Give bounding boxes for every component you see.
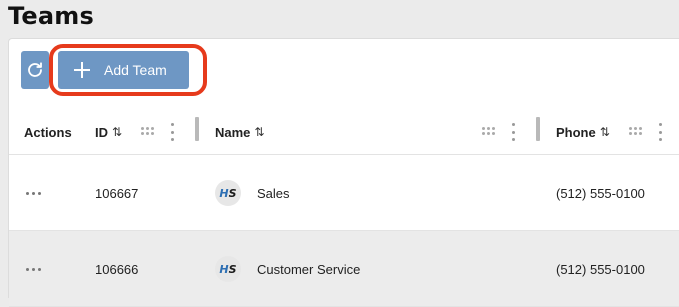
team-logo-icon: HS: [215, 180, 241, 206]
team-logo-icon: HS: [215, 256, 241, 282]
more-icon: [26, 191, 41, 195]
sort-icon[interactable]: ⇅: [112, 125, 122, 139]
drag-handle-icon[interactable]: [141, 127, 155, 137]
table-row[interactable]: 106666 HS Customer Service (512) 555-010…: [9, 231, 679, 307]
table-row[interactable]: 106667 HS Sales (512) 555-0100: [9, 155, 679, 231]
drag-handle-icon[interactable]: [482, 127, 496, 137]
add-team-button[interactable]: Add Team: [58, 51, 189, 89]
refresh-icon: [28, 62, 42, 77]
column-resizer[interactable]: [195, 117, 199, 141]
column-header-phone-label: Phone: [556, 124, 596, 140]
more-icon: [26, 267, 41, 271]
row-phone: (512) 555-0100: [556, 261, 645, 277]
column-menu-icon[interactable]: [658, 123, 662, 141]
table-header: Actions ID ⇅ Name ⇅ Phone ⇅: [9, 109, 679, 155]
sort-icon[interactable]: ⇅: [254, 125, 264, 139]
column-header-name-label: Name: [215, 124, 251, 140]
column-menu-icon[interactable]: [511, 123, 515, 141]
column-header-phone[interactable]: Phone ⇅: [556, 109, 610, 155]
refresh-button[interactable]: [21, 51, 49, 89]
teams-panel: Add Team Actions ID ⇅ Name ⇅ Phone ⇅ 106…: [8, 38, 679, 307]
row-name-label: Customer Service: [257, 261, 361, 277]
column-header-id-label: ID: [95, 124, 108, 140]
add-team-label: Add Team: [104, 62, 167, 78]
sort-icon[interactable]: ⇅: [600, 125, 610, 139]
plus-icon: [74, 62, 90, 78]
row-name: HS Customer Service: [215, 231, 360, 307]
column-header-name[interactable]: Name ⇅: [215, 109, 264, 155]
row-id: 106667: [95, 185, 139, 201]
drag-handle-icon[interactable]: [629, 127, 643, 137]
row-actions-button[interactable]: [26, 155, 41, 231]
row-actions-button[interactable]: [26, 231, 41, 307]
column-menu-icon[interactable]: [170, 123, 174, 141]
page-title: Teams: [8, 2, 94, 30]
column-header-id[interactable]: ID ⇅: [95, 109, 122, 155]
row-id: 106666: [95, 261, 139, 277]
column-header-actions: Actions: [24, 109, 72, 155]
row-phone: (512) 555-0100: [556, 185, 645, 201]
row-name-label: Sales: [257, 185, 290, 201]
row-name: HS Sales: [215, 155, 290, 231]
column-resizer[interactable]: [536, 117, 540, 141]
column-header-actions-label: Actions: [24, 124, 72, 140]
